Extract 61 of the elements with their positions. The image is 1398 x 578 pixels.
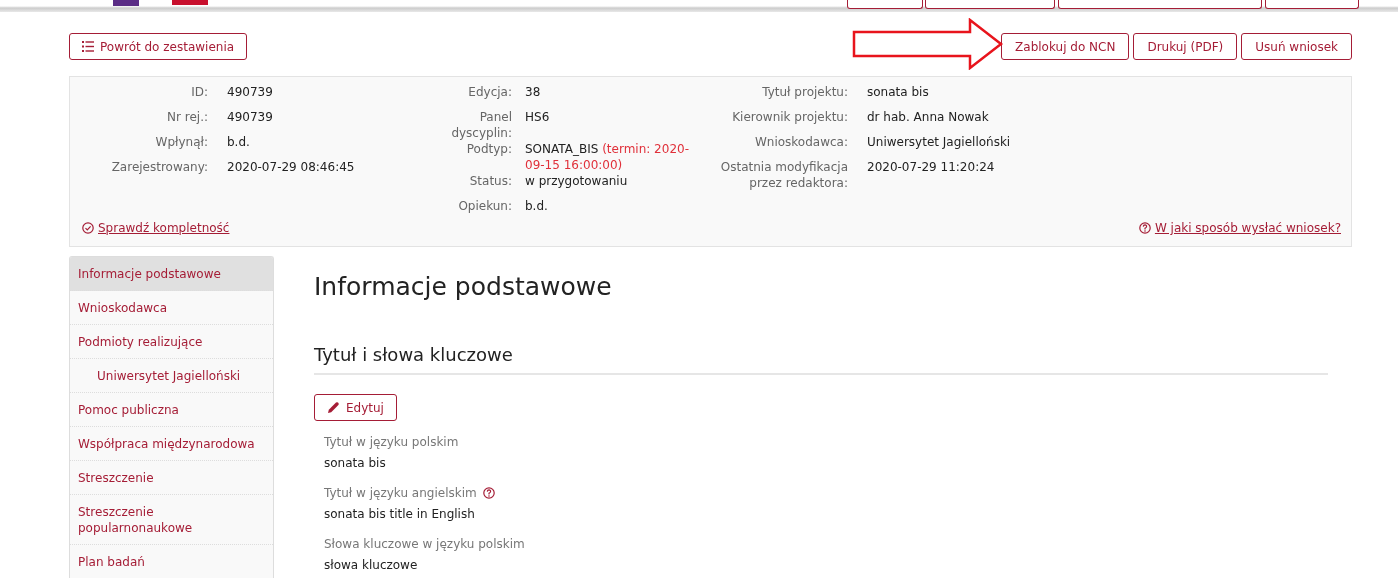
field-value: 490739 (226, 109, 273, 126)
action-button[interactable]: Usuń wniosek (1241, 33, 1352, 60)
sidebar-item[interactable]: Podmioty realizujące (70, 325, 273, 359)
field-label: Tytuł w języku angielskim (324, 485, 477, 502)
field-label: Tytuł w języku polskim (324, 434, 459, 451)
header-button[interactable] (847, 0, 923, 9)
check-link[interactable]: Sprawdź kompletność (82, 221, 441, 235)
field-value: dr hab. Anna Nowak (866, 109, 989, 126)
sidebar-item[interactable]: Współpraca międzynarodowa (70, 427, 273, 461)
field-value: 490739 (226, 84, 273, 101)
list-icon (82, 41, 94, 52)
field-label: Słowa kluczowe w języku polskim (324, 536, 525, 553)
field-label: Status: (468, 173, 512, 190)
pencil-icon (327, 401, 340, 414)
field-value: sonata bis (866, 84, 929, 101)
field-label: Panel dyscyplin: (450, 109, 512, 141)
field-value: Uniwersytet Jagielloński (866, 134, 1011, 151)
field-value: HS6 (524, 109, 551, 126)
header-button[interactable] (925, 0, 1055, 9)
action-button[interactable]: Drukuj (PDF) (1133, 33, 1238, 60)
field-value: SONATA_BIS (termin: 2020-09-15 16:00:00) (524, 141, 690, 173)
back-button[interactable]: Powrót do zestawienia (69, 33, 248, 60)
field-label: Tytuł projektu: (761, 84, 848, 101)
logo-fragment (172, 0, 208, 5)
field-value: sonata bis title in English (324, 506, 476, 523)
field-label: Opiekun: (457, 198, 512, 215)
field-label: Nr rej.: (166, 109, 208, 126)
sidebar-item[interactable]: Pomoc publiczna (70, 393, 273, 427)
field-label: Kierownik projektu: (731, 109, 848, 126)
field-value: 2020-07-29 08:46:45 (226, 159, 355, 176)
field-label: Zarejestrowany: (110, 159, 208, 176)
edit-button[interactable]: Edytuj (314, 394, 397, 421)
sidebar-item[interactable]: Streszczenie (70, 461, 273, 495)
field-value: sonata bis (324, 455, 387, 472)
section-title: Tytuł i słowa kluczowe (314, 344, 1328, 375)
field-value: b.d. (226, 134, 250, 151)
sidebar-item[interactable]: Uniwersytet Jagielloński (70, 359, 273, 393)
field-label: Podtyp: (465, 141, 512, 158)
logo-fragment (113, 0, 139, 6)
field-value: w przygotowaniu (524, 173, 629, 190)
field-value: słowa kluczowe (324, 557, 419, 574)
field-label: Wnioskodawca: (753, 134, 848, 151)
field-label: ID: (190, 84, 208, 101)
header-button[interactable] (1058, 0, 1262, 9)
field-value: b.d. (524, 198, 549, 215)
help-link[interactable]: W jaki sposób wysłać wniosek? (1138, 221, 1341, 235)
field-label: Ostatnia modyfikacja przez redaktora: (719, 159, 848, 191)
field-value: 38 (524, 84, 542, 101)
sidebar-item[interactable]: Streszczenie popularnonaukowe (70, 495, 273, 545)
check-circle-icon (82, 222, 94, 234)
sidebar-item[interactable]: Plan badań (70, 545, 273, 578)
help-icon (482, 487, 495, 499)
sidebar-item[interactable]: Wnioskodawca (70, 291, 273, 325)
sidebar-item[interactable]: Informacje podstawowe (70, 257, 273, 291)
field-value: 2020-07-29 11:20:24 (866, 159, 995, 176)
field-label: Wpłynął: (154, 134, 208, 151)
field-label: Edycja: (467, 84, 512, 101)
action-button[interactable]: Zablokuj do NCN (1001, 33, 1130, 60)
header-button[interactable] (1265, 0, 1359, 9)
help-icon (1138, 222, 1151, 234)
page-title: Informacje podstawowe (314, 272, 613, 302)
